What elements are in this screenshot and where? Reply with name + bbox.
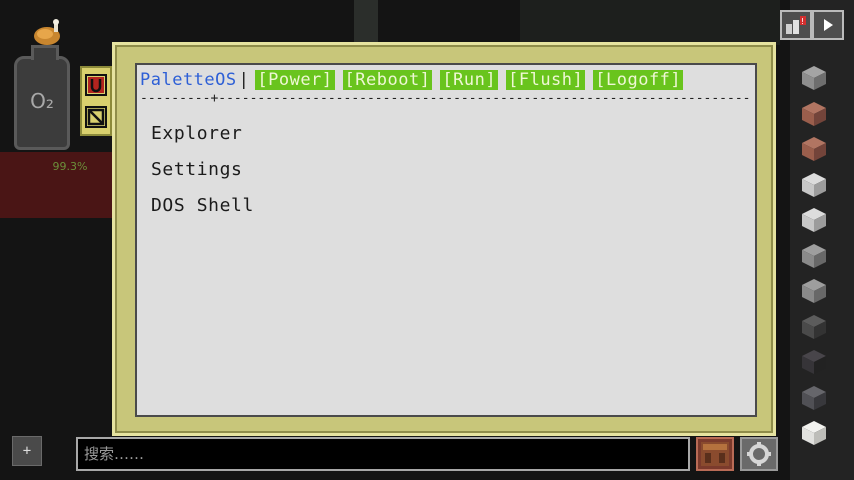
logoff-button[interactable]: [Logoff] <box>593 70 684 90</box>
oxygen-tank: O₂ <box>14 45 70 150</box>
app-settings[interactable]: Settings <box>151 159 243 180</box>
roast-chicken-icon <box>30 18 64 48</box>
svg-text:!: ! <box>801 17 804 26</box>
diorite-block-icon <box>802 208 826 232</box>
app-dos-shell[interactable]: DOS Shell <box>151 195 254 216</box>
diorite-block-icon <box>802 172 826 197</box>
block-slot[interactable] <box>798 169 830 201</box>
crafting-table-icon <box>701 442 729 466</box>
menu-divider: ---------+------------------------------… <box>140 91 750 103</box>
blackstone-block-icon <box>802 350 826 374</box>
power-button[interactable]: [Power] <box>255 70 335 90</box>
calcite-block-icon <box>802 421 826 445</box>
app-explorer[interactable]: Explorer <box>151 123 243 144</box>
side-toggle-panel <box>80 66 112 136</box>
oxygen-percent: 99.3% <box>52 160 88 173</box>
granite-block-icon <box>802 137 826 161</box>
deepslate-block-icon <box>802 385 826 410</box>
block-slot[interactable] <box>798 382 830 414</box>
no-entry-toggle-button[interactable] <box>85 106 107 128</box>
block-slot[interactable] <box>798 346 830 378</box>
add-button[interactable]: + <box>12 436 42 466</box>
next-page-icon <box>824 19 833 31</box>
andesite-block-icon <box>802 279 826 303</box>
computer-window: PaletteOS | [Power] [Reboot] [Run] [Flus… <box>112 42 776 436</box>
os-name: PaletteOS <box>140 70 237 90</box>
block-slot[interactable] <box>798 62 830 94</box>
block-slot[interactable] <box>798 275 830 307</box>
background-shadow <box>520 0 780 45</box>
tools-icon: ! <box>786 16 806 34</box>
block-slot[interactable] <box>798 240 830 272</box>
reboot-button[interactable]: [Reboot] <box>342 70 433 90</box>
block-slot[interactable] <box>798 204 830 236</box>
magnet-icon <box>88 77 104 93</box>
granite-block-icon <box>802 101 826 126</box>
block-slot[interactable] <box>798 417 830 449</box>
run-button[interactable]: [Run] <box>440 70 499 90</box>
search-input[interactable]: 搜索…… <box>76 437 690 471</box>
settings-button[interactable] <box>740 437 778 471</box>
stone-block-icon <box>802 66 826 90</box>
block-slot[interactable] <box>798 311 830 343</box>
basalt-block-icon <box>802 314 826 339</box>
crafting-table-button[interactable] <box>696 437 734 471</box>
terminal-screen: PaletteOS | [Power] [Reboot] [Run] [Flus… <box>135 63 757 417</box>
tools-button[interactable]: ! <box>780 10 812 40</box>
block-slot[interactable] <box>798 133 830 165</box>
gear-icon <box>747 442 771 466</box>
oxygen-label: O₂ <box>30 89 54 113</box>
top-right-toolbar: ! <box>780 10 844 40</box>
menu-separator: | <box>238 70 250 90</box>
no-entry-icon <box>87 108 105 126</box>
menu-bar: PaletteOS | [Power] [Reboot] [Run] [Flus… <box>140 69 691 91</box>
flush-button[interactable]: [Flush] <box>506 70 586 90</box>
block-slot[interactable] <box>798 98 830 130</box>
andesite-block-icon <box>802 243 826 268</box>
next-page-button[interactable] <box>812 10 844 40</box>
magnet-toggle-button[interactable] <box>85 74 107 96</box>
